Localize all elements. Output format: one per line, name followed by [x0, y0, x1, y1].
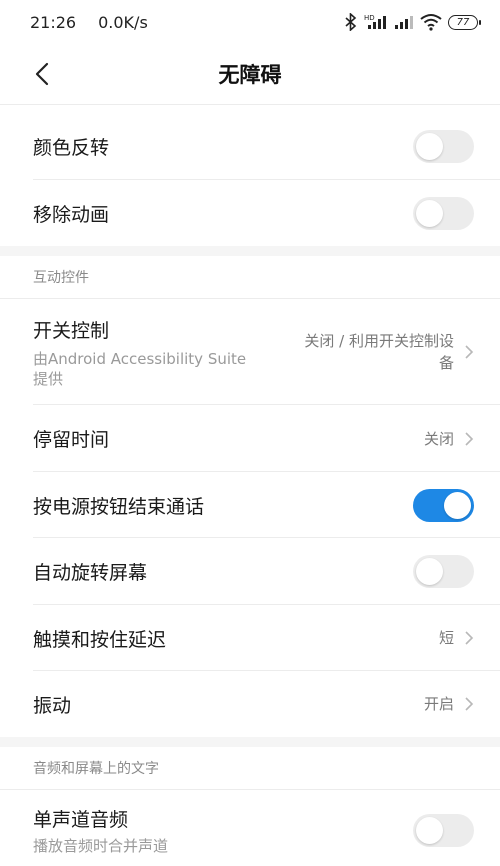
color-inversion-row[interactable]: 颜色反转 — [0, 113, 500, 180]
chevron-right-icon — [465, 431, 474, 446]
svg-text:HD: HD — [364, 14, 375, 22]
vibration-label: 振动 — [33, 694, 72, 717]
color-inversion-switch[interactable] — [413, 130, 474, 163]
status-time: 21:26 — [30, 12, 77, 32]
touch-hold-delay-row[interactable]: 触摸和按住延迟 短 — [0, 605, 500, 671]
touch-hold-delay-label: 触摸和按住延迟 — [33, 628, 167, 651]
dwell-time-row[interactable]: 停留时间 关闭 — [0, 405, 500, 472]
switch-access-label: 开关控制 — [33, 319, 110, 342]
back-button[interactable] — [26, 58, 58, 90]
remove-animations-row[interactable]: 移除动画 — [0, 180, 500, 246]
wifi-icon — [420, 14, 442, 31]
remove-animations-label: 移除动画 — [33, 203, 110, 226]
battery-icon: 77 — [448, 14, 481, 30]
status-bar: 21:26 0.0K/s HD 77 — [0, 0, 500, 44]
settings-list: 颜色反转 移除动画 互动控件 开关控制 由Android Accessibili… — [0, 104, 500, 866]
page-title: 无障碍 — [218, 63, 282, 87]
signal-icon — [395, 16, 413, 29]
switch-access-subtitle: 由Android Accessibility Suite 提供 — [33, 349, 247, 388]
remove-animations-switch[interactable] — [413, 196, 474, 230]
switch-access-value: 关闭 / 利用开关控制设备 — [304, 332, 454, 372]
color-inversion-label: 颜色反转 — [33, 137, 110, 159]
title-bar: 无障碍 — [0, 44, 500, 104]
dwell-time-label: 停留时间 — [33, 429, 110, 451]
back-arrow-icon — [35, 62, 49, 86]
power-button-end-call-switch[interactable] — [413, 488, 474, 522]
mono-audio-subtitle: 播放音频时合并声道 — [33, 836, 169, 855]
mono-audio-row[interactable]: 单声道音频 播放音频时合并声道 — [0, 790, 500, 866]
chevron-right-icon — [465, 631, 474, 645]
mono-audio-label: 单声道音频 — [33, 808, 129, 831]
auto-rotate-row[interactable]: 自动旋转屏幕 — [0, 538, 500, 605]
auto-rotate-label: 自动旋转屏幕 — [33, 562, 148, 584]
battery-level: 77 — [456, 16, 470, 28]
chevron-right-icon — [465, 345, 474, 359]
bluetooth-icon — [345, 13, 357, 31]
section-header-interaction: 互动控件 — [0, 256, 500, 299]
vibration-value: 开启 — [423, 695, 454, 713]
dwell-time-value: 关闭 — [423, 429, 454, 448]
chevron-right-icon — [465, 697, 474, 711]
network-speed: 0.0K/s — [98, 12, 148, 32]
mono-audio-switch[interactable] — [413, 813, 474, 847]
touch-hold-delay-value: 短 — [438, 629, 454, 647]
section-header-audio-text: 音频和屏幕上的文字 — [0, 747, 500, 790]
switch-access-row[interactable]: 开关控制 由Android Accessibility Suite 提供 关闭 /… — [0, 299, 500, 405]
signal-hd-icon: HD — [364, 14, 386, 29]
power-button-end-call-row[interactable]: 按电源按钮结束通话 — [0, 472, 500, 538]
vibration-row[interactable]: 振动 开启 — [0, 671, 500, 737]
power-button-end-call-label: 按电源按钮结束通话 — [33, 495, 205, 518]
auto-rotate-switch[interactable] — [413, 555, 474, 588]
